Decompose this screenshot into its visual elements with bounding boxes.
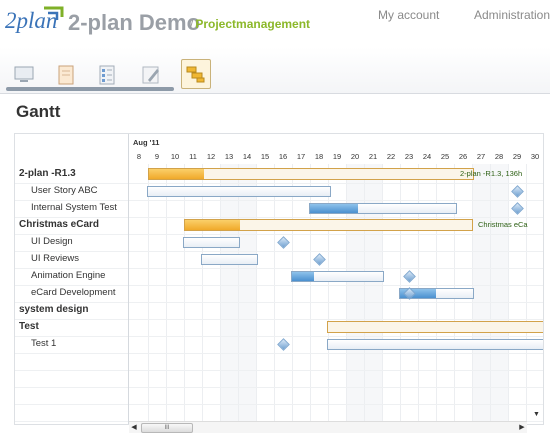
timeline-day: 26: [458, 152, 468, 161]
app-title: 2-plan Demo: [68, 10, 201, 35]
timeline-day: 9: [154, 152, 160, 161]
subtitle-separator: /: [190, 17, 194, 31]
timeline-day: 12: [206, 152, 216, 161]
timeline-day: 18: [314, 152, 324, 161]
task-bar-user-story-abc[interactable]: [147, 186, 331, 197]
timeline-day: 19: [332, 152, 342, 161]
tree-project-row[interactable]: system design: [15, 301, 129, 319]
vertical-scrollbar[interactable]: ▼: [531, 133, 542, 421]
toolbar-underline: [6, 87, 174, 91]
timeline-day: 24: [422, 152, 432, 161]
nav-my-account[interactable]: My account: [378, 8, 439, 22]
bar-progress: [149, 169, 205, 179]
toolbar-button-documents[interactable]: [52, 61, 80, 89]
timeline-day: 20: [350, 152, 360, 161]
timeline-day: 17: [296, 152, 306, 161]
row-gridline: [15, 403, 543, 422]
timeline-day: 15: [260, 152, 270, 161]
logo: 2plan: [5, 6, 64, 33]
timeline-day: 13: [224, 152, 234, 161]
tree-project-row[interactable]: Test: [15, 318, 129, 336]
task-bar-ui-design[interactable]: [183, 237, 240, 248]
tree-task-row[interactable]: UI Design: [15, 233, 141, 251]
tree-task-row[interactable]: eCard Development: [15, 284, 141, 302]
tree-task-row[interactable]: Internal System Test: [15, 199, 141, 217]
bar-label-christmas-ecard: Christmas eCa: [478, 220, 528, 229]
tree-project-row[interactable]: 2-plan -R1.3: [15, 165, 129, 183]
timeline-day: 28: [494, 152, 504, 161]
horizontal-scrollbar[interactable]: ◀ III ▶: [129, 421, 527, 433]
timeline-day: 10: [170, 152, 180, 161]
toolbar-button-gantt[interactable]: [181, 59, 211, 89]
task-bar-test-1[interactable]: [327, 339, 543, 350]
tree-task-row[interactable]: Test 1: [15, 335, 141, 353]
summary-bar-test[interactable]: [327, 321, 543, 333]
summary-bar-christmas-ecard[interactable]: [184, 219, 473, 231]
timeline-day: 23: [404, 152, 414, 161]
summary-bar-r13[interactable]: [148, 168, 474, 180]
timeline-day: 22: [386, 152, 396, 161]
document-icon: [58, 65, 74, 85]
scroll-down-arrow-icon[interactable]: ▼: [531, 411, 542, 421]
timeline-day: 21: [368, 152, 378, 161]
gantt-icon: [186, 66, 205, 83]
timeline-day: 27: [476, 152, 486, 161]
scroll-thumb[interactable]: III: [141, 423, 193, 433]
scroll-left-arrow-icon[interactable]: ◀: [129, 423, 139, 432]
bar-progress: [185, 220, 240, 230]
task-bar-ui-reviews[interactable]: [201, 254, 258, 265]
task-bar-internal-system-test[interactable]: [309, 203, 457, 214]
timeline-day: 14: [242, 152, 252, 161]
timeline-day: 11: [189, 152, 197, 161]
timeline-day: 29: [512, 152, 522, 161]
timeline-day: 8: [136, 152, 142, 161]
gantt-chart: Aug '11 8 9 10 11 12 13 14 15 16 17 18 19 20 21 22 23 24…: [14, 133, 544, 425]
tree-task-row[interactable]: Animation Engine: [15, 267, 141, 285]
checklist-icon: [99, 65, 115, 85]
timeline-month: Aug '11: [133, 138, 160, 147]
monitor-icon: [14, 66, 34, 82]
pen-icon: [142, 66, 159, 84]
tree-task-row[interactable]: UI Reviews: [15, 250, 141, 268]
tree-task-row[interactable]: User Story ABC: [15, 182, 141, 200]
toolbar-button-dashboard[interactable]: [10, 61, 38, 89]
toolbar-button-edit[interactable]: [137, 61, 165, 89]
bar-progress: [292, 272, 314, 281]
tree-project-row[interactable]: Christmas eCard: [15, 216, 129, 234]
app-subtitle: / Projectmanagement: [190, 17, 310, 31]
scroll-right-arrow-icon[interactable]: ▶: [517, 423, 527, 432]
timeline-day: 16: [278, 152, 288, 161]
bar-label-r13: 2-plan -R1.3, 136h: [460, 169, 523, 178]
bar-progress: [310, 204, 358, 213]
nav-administration[interactable]: Administration: [474, 8, 550, 22]
task-bar-animation-engine[interactable]: [291, 271, 384, 282]
timeline-day: 25: [440, 152, 450, 161]
subtitle-text: Projectmanagement: [195, 17, 311, 31]
toolbar-button-tasks[interactable]: [93, 61, 121, 89]
page-title: Gantt: [16, 102, 61, 121]
